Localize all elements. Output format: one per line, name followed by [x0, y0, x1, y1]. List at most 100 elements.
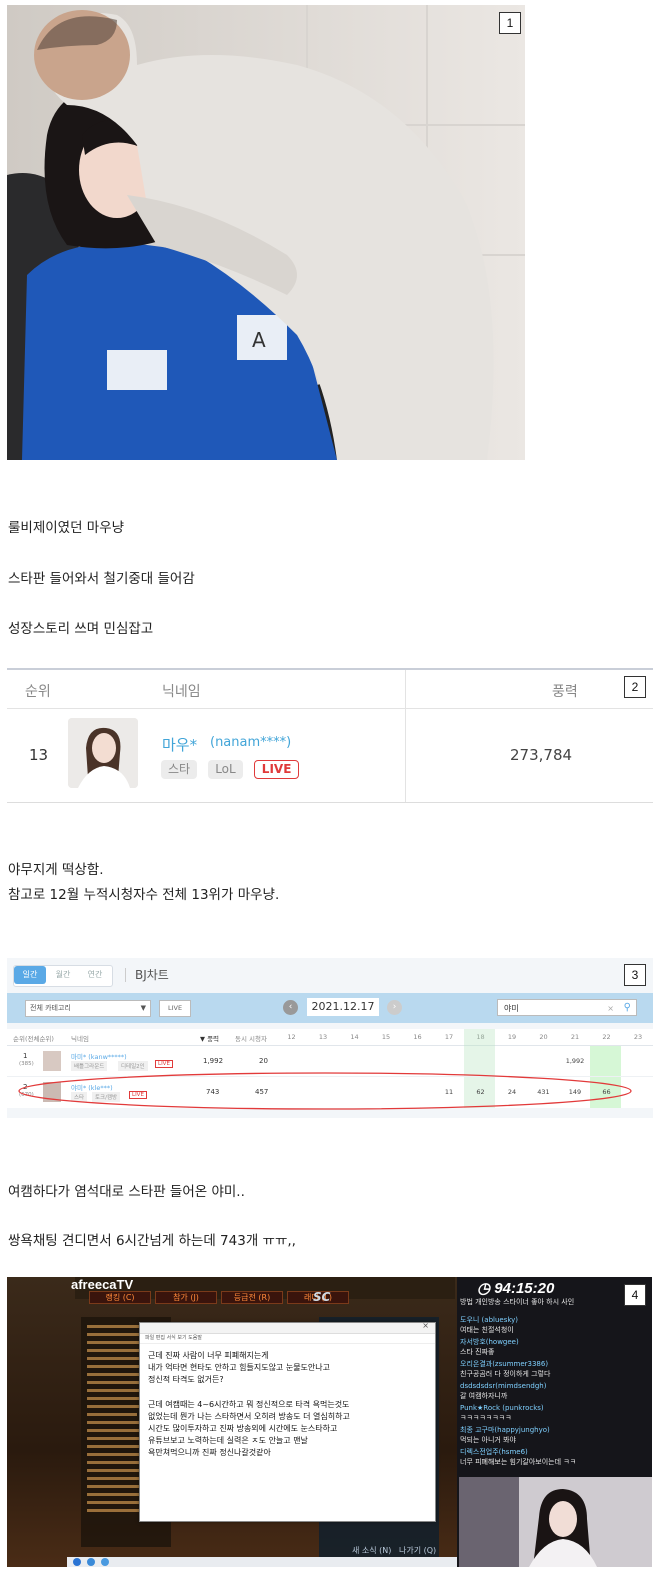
- row1-live[interactable]: LIVE: [155, 1060, 173, 1068]
- search-value: 야미: [504, 1004, 519, 1013]
- hour-col-header: 17: [444, 1033, 454, 1041]
- menu-ranked[interactable]: 등급전 (R): [221, 1291, 283, 1304]
- hour-col-header: 22: [602, 1033, 611, 1041]
- badge-1: 1: [499, 12, 521, 34]
- row1-name[interactable]: 마미* (kanw*****): [71, 1051, 127, 1061]
- hour-col-header: 21: [570, 1033, 580, 1041]
- avatar-image: [68, 718, 138, 788]
- chat-message: 방법 개인방송 스타이너 좋아 하시 사인: [460, 1298, 575, 1306]
- row1-viewers: 20: [259, 1057, 268, 1065]
- tab-monthly[interactable]: 월간: [47, 966, 79, 984]
- hour-col-header: 13: [318, 1033, 328, 1041]
- note-line: 근데 여캠때는 4~6시간하고 뭐 정신적으로 타격 욕먹는것도: [148, 1399, 350, 1409]
- hour-col-header: 12: [287, 1033, 296, 1041]
- category-value: 전체 카테고리: [30, 1004, 71, 1012]
- hour-col-header: 16: [413, 1033, 422, 1041]
- stream-screenshot: afreecaTV 랭킹 (C) 참가 (J) 등급전 (R) 래더 (L) S…: [7, 1277, 652, 1567]
- hour-col-header: 19: [507, 1033, 517, 1041]
- prev-date-icon[interactable]: ‹: [283, 1000, 298, 1015]
- chat-message: 디렉스전업주(hsme6) 너무 피폐해보는 힘기갈아보이는데 ㅋㅋ: [460, 1448, 577, 1466]
- hourly-value: 1,992: [565, 1057, 585, 1065]
- col-nick: 닉네임: [71, 1035, 89, 1043]
- chat-message: dsdsdsdsr(mimdsendgh) 갈 여캠하자니까: [460, 1382, 547, 1400]
- note-line: 내가 억타면 현타도 안하고 힘들지도않고 눈물도안나고: [148, 1363, 330, 1373]
- taskbar: [67, 1557, 457, 1567]
- chat-message: 오리온결과(zsummer3386) 친구공곰러 다 정이하게 그렇다: [460, 1360, 551, 1378]
- note-line: 근데 진짜 사람이 너무 피폐해지는게: [148, 1351, 269, 1360]
- tab-yearly[interactable]: 연간: [79, 966, 111, 984]
- col-power[interactable]: ▼ 풍력: [200, 1033, 219, 1043]
- row-tags: 스타 LoL LIVE: [161, 758, 305, 779]
- chart-header-row: 순위(전체순위) 닉네임 ▼ 풍력 동시 시청자 12 13 14 15 16 17 18 1…: [7, 1029, 653, 1046]
- caption-4: 야무지게 떡상함.: [8, 862, 104, 878]
- header-power: 풍력: [552, 684, 578, 700]
- notepad-text[interactable]: 근데 진짜 사람이 너무 피폐해지는게 내가 억타면 현타도 안하고 힘들지도않…: [140, 1344, 435, 1460]
- row1-subrank: (385): [19, 1061, 34, 1067]
- chart-title: BJ차트: [135, 968, 169, 982]
- category-select[interactable]: 전체 카테고리 ▼: [25, 1000, 151, 1017]
- photo-illustration: A: [7, 5, 525, 460]
- app-icon[interactable]: [101, 1558, 109, 1566]
- hour-col-header: 14: [350, 1033, 359, 1041]
- note-line: [148, 1387, 435, 1399]
- date-display[interactable]: 2021.12.17: [307, 998, 379, 1016]
- row-id: (nanam****): [210, 735, 292, 750]
- chevron-down-icon: ▼: [140, 1004, 146, 1012]
- photo-hug: A: [7, 5, 525, 460]
- search-icon[interactable]: ⚲: [624, 999, 631, 1016]
- afreeca-logo: afreecaTV: [71, 1277, 134, 1292]
- notepad-menu[interactable]: 파일 편집 서식 보기 도움말: [140, 1334, 435, 1344]
- divider: [125, 968, 126, 982]
- live-filter-button[interactable]: LIVE: [159, 1000, 191, 1017]
- windows-start-icon[interactable]: [73, 1558, 81, 1566]
- timer-value: 94:15:20: [494, 1280, 555, 1297]
- close-icon[interactable]: ×: [422, 1321, 429, 1330]
- note-line: 정신적 타격도 없거든?: [148, 1375, 224, 1385]
- bj-chart-panel: 일간 월간 연간 BJ차트 전체 카테고리 ▼ LIVE ‹ 2021.12.1…: [7, 958, 653, 1118]
- badge-2: 2: [624, 676, 646, 698]
- hour-col-header: 20: [539, 1033, 548, 1041]
- row1-avatar: [43, 1051, 61, 1071]
- note-line: 시간도 많이투자하고 진짜 방송외에 시간에도 눈스타하고: [148, 1424, 338, 1434]
- col-rank: 순위(전체순위): [13, 1035, 54, 1043]
- row-rank: 13: [29, 746, 49, 764]
- browser-icon[interactable]: [87, 1558, 95, 1566]
- streamer-illustration: [459, 1477, 652, 1567]
- notepad-window: × 파일 편집 서식 보기 도움말 근데 진짜 사람이 너무 피폐해지는게 내가…: [139, 1321, 436, 1522]
- svg-text:A: A: [252, 328, 266, 352]
- hour-col-header: 23: [633, 1033, 643, 1041]
- row1-rank: 1: [23, 1052, 28, 1060]
- exit-button[interactable]: 나가기 (Q): [399, 1545, 436, 1556]
- badge-4: 4: [624, 1284, 646, 1306]
- note-line: 욕만쳐먹으니까 진짜 정신나갈것같아: [148, 1448, 271, 1458]
- ranking-header: 순위 닉네임 풍력: [7, 670, 653, 709]
- col-viewers[interactable]: 동시 시청자: [235, 1033, 267, 1043]
- sc-logo: SC: [313, 1290, 331, 1304]
- clear-icon[interactable]: ×: [607, 1000, 614, 1017]
- live-badge[interactable]: LIVE: [253, 760, 300, 779]
- tag-star[interactable]: 스타: [161, 760, 198, 779]
- menu-rank[interactable]: 랭킹 (C): [89, 1291, 151, 1304]
- tab-daily[interactable]: 일간: [14, 966, 46, 984]
- row-power: 273,784: [510, 746, 573, 764]
- chat-message: 도우니 (abluesky) 여태는 친절석청이: [460, 1316, 519, 1334]
- badge-3: 3: [624, 964, 646, 986]
- header-rank: 순위: [25, 684, 51, 700]
- caption-2: 스타판 들어와서 철기중대 들어감: [8, 571, 195, 587]
- red-circle-annotation: [18, 1072, 632, 1110]
- ranking-table: 순위 닉네임 풍력 13 마우* (nanam****) 스타 LoL LIVE…: [7, 668, 653, 803]
- chat-message: Punk★Rock (punkrocks) ㅋㅋㅋㅋㅋㅋㅋㅋ: [460, 1404, 544, 1422]
- ranking-row[interactable]: 13 마우* (nanam****) 스타 LoL LIVE 273,784: [7, 708, 653, 801]
- tag-lol[interactable]: LoL: [208, 760, 243, 779]
- avatar: [68, 718, 138, 788]
- row-name[interactable]: 마우*: [162, 734, 197, 755]
- news-button[interactable]: 새 소식 (N): [352, 1545, 391, 1556]
- next-date-icon[interactable]: ›: [387, 1000, 402, 1015]
- notepad-titlebar: ×: [140, 1321, 435, 1334]
- search-input[interactable]: 야미 × ⚲: [497, 999, 637, 1016]
- note-line: 없었는데 뭔가 나는 스타하면서 오히려 방송도 더 열심히하고: [148, 1411, 350, 1421]
- webcam-feed: [459, 1477, 652, 1567]
- chat-message: 자서방호(howgee) 스타 진짜좋: [460, 1338, 519, 1356]
- header-nickname: 닉네임: [162, 684, 201, 700]
- menu-join[interactable]: 참가 (J): [155, 1291, 217, 1304]
